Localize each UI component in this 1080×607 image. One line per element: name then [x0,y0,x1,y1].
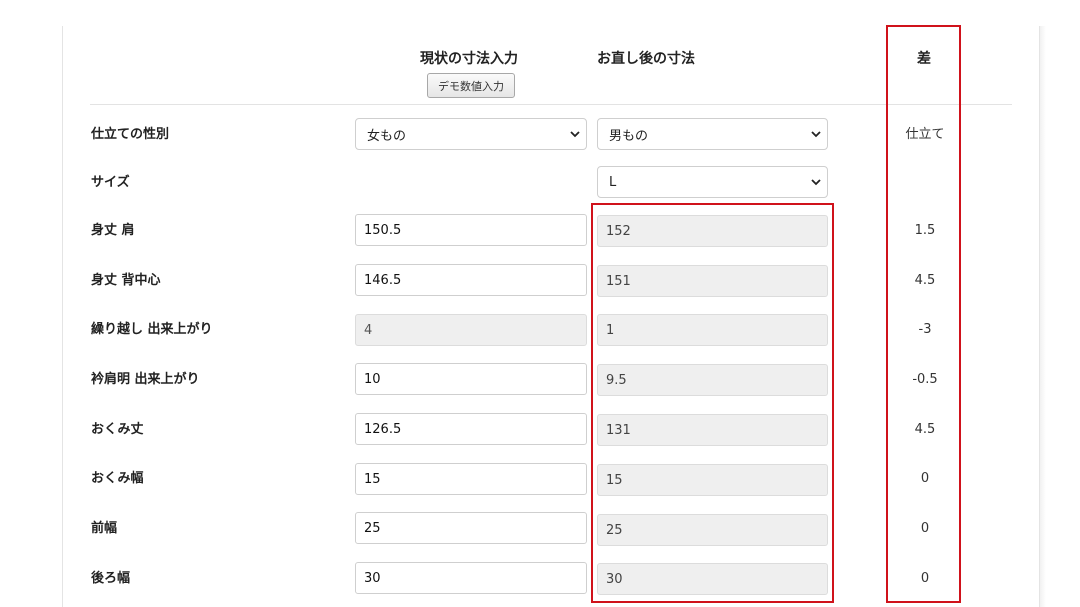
diff-length-back-center: 4.5 [914,273,936,288]
diff-okumi-width: 0 [920,471,930,486]
row-label-erikataaki: 衿肩明 出来上がり [91,372,200,387]
diff-front-width: 0 [920,521,930,536]
after-okumi-length-value: 131 [597,414,828,446]
chevron-down-icon [570,131,580,138]
row-label-length-back-center: 身丈 背中心 [91,273,161,288]
current-okumi-width-input[interactable]: 15 [355,463,587,495]
current-erikataaki-input[interactable]: 10 [355,363,587,395]
after-gender-select[interactable]: 男もの [597,118,828,150]
diff-back-width: 0 [920,571,930,586]
after-okumi-width-value: 15 [597,464,828,496]
panel-border-left [62,26,63,607]
header-difference: 差 [917,51,931,67]
current-front-width-input[interactable]: 25 [355,512,587,544]
after-size-value: L [609,174,617,190]
after-kurikoshi-value: 1 [597,314,828,346]
row-label-okumi-width: おくみ幅 [91,471,144,486]
demo-values-button[interactable]: デモ数値入力 [427,73,515,98]
after-length-back-center-value: 151 [597,265,828,297]
diff-length-shoulder: 1.5 [914,223,936,238]
current-okumi-length-input[interactable]: 126.5 [355,413,587,445]
after-length-shoulder-value: 152 [597,215,828,247]
current-kurikoshi-input: 4 [355,314,587,346]
current-length-shoulder-input[interactable]: 150.5 [355,214,587,246]
row-label-length-shoulder: 身丈 肩 [91,223,135,238]
measurement-form-page: 現状の寸法入力 お直し後の寸法 差 デモ数値入力 仕立ての性別 女もの 男もの … [0,0,1080,607]
diff-okumi-length: 4.5 [914,422,936,437]
after-erikataaki-value: 9.5 [597,364,828,396]
current-gender-value: 女もの [367,128,407,144]
after-gender-value: 男もの [609,128,649,144]
after-back-width-value: 30 [597,563,828,595]
row-label-front-width: 前幅 [91,521,118,536]
highlight-difference-column [886,25,961,603]
header-divider [90,104,1012,105]
header-current-measurements: 現状の寸法入力 [420,51,518,67]
diff-gender: 仕立て [905,127,945,142]
diff-erikataaki: -0.5 [912,372,938,387]
current-length-back-center-input[interactable]: 146.5 [355,264,587,296]
row-label-okumi-length: おくみ丈 [91,422,144,437]
row-label-size: サイズ [91,175,130,190]
after-front-width-value: 25 [597,514,828,546]
chevron-down-icon [811,131,821,138]
header-after-alteration: お直し後の寸法 [597,51,695,67]
chevron-down-icon [811,179,821,186]
row-label-back-width: 後ろ幅 [91,571,131,586]
current-back-width-input[interactable]: 30 [355,562,587,594]
current-gender-select[interactable]: 女もの [355,118,587,150]
row-label-kurikoshi: 繰り越し 出来上がり [91,322,213,337]
panel-shadow [1040,26,1046,607]
diff-kurikoshi: -3 [918,322,932,337]
after-size-select[interactable]: L [597,166,828,198]
row-label-gender: 仕立ての性別 [91,127,170,142]
